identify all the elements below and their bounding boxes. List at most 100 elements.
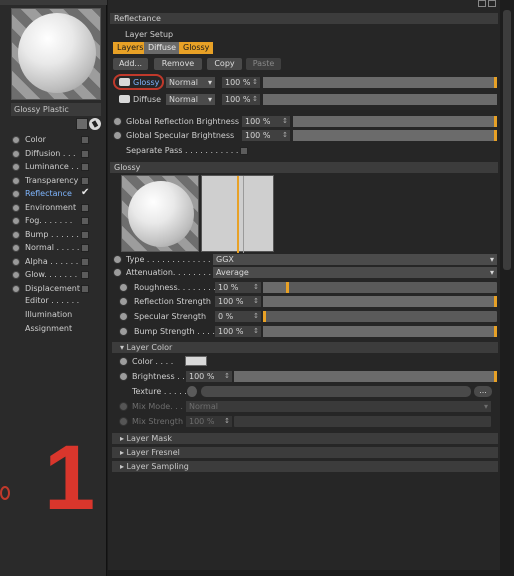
channel-checkbox[interactable] [81, 136, 89, 144]
animate-dot[interactable] [119, 297, 128, 306]
channel-checkbox[interactable] [81, 177, 89, 185]
global-reflection-value[interactable]: 100 % [242, 116, 290, 127]
animate-dot[interactable] [119, 327, 128, 336]
window-buttons[interactable] [478, 0, 500, 8]
channel-illumination[interactable]: Illumination [25, 310, 72, 319]
channel-label[interactable]: Reflectance [25, 188, 72, 200]
channel-row[interactable]: Color [12, 134, 102, 146]
layer-diffuse-value[interactable]: 100 % [222, 94, 260, 105]
add-layer-button[interactable]: Add... [113, 58, 148, 70]
right-scrollbar[interactable] [500, 0, 514, 576]
channel-checkbox[interactable] [81, 150, 89, 158]
layer-diffuse-slider[interactable] [263, 94, 497, 105]
specular-strength-value[interactable]: 0 % [215, 311, 261, 322]
global-specular-slider[interactable] [293, 130, 497, 141]
channel-row[interactable]: Fog. . . . . . . [12, 215, 102, 227]
layer-diffuse-mode[interactable]: Normal [166, 94, 215, 105]
brightness-value[interactable]: 100 % [186, 371, 232, 382]
layer-glossy-mode[interactable]: Normal [166, 77, 215, 88]
channel-label[interactable]: Transparency [25, 175, 78, 187]
mix-mode-dropdown[interactable]: Normal [186, 401, 491, 412]
global-reflection-slider[interactable] [293, 116, 497, 127]
channel-row[interactable]: Reflectance ✔ [12, 187, 102, 200]
brightness-slider[interactable] [234, 371, 497, 382]
tab-layers[interactable]: Layers [113, 42, 148, 54]
texture-field[interactable] [201, 386, 471, 397]
remove-layer-button[interactable]: Remove [154, 58, 202, 70]
channel-row[interactable]: Glow. . . . . . . [12, 269, 102, 281]
texture-browse-button[interactable]: ... [474, 386, 492, 397]
channel-row[interactable]: Alpha . . . . . . [12, 256, 102, 268]
channel-assignment[interactable]: Assignment [25, 324, 72, 333]
scrollbar-thumb[interactable] [503, 10, 511, 270]
mix-strength-value[interactable]: 100 % [186, 416, 232, 427]
channel-checkbox[interactable] [81, 271, 89, 279]
channel-label[interactable]: Displacement [25, 283, 80, 295]
channel-checkbox[interactable] [81, 163, 89, 171]
channel-label[interactable]: Luminance . . . [25, 161, 84, 173]
paste-layer-button[interactable]: Paste [246, 58, 281, 70]
attenuation-dropdown[interactable]: Average [213, 267, 497, 278]
layer-color-swatch[interactable] [185, 356, 207, 366]
channel-checkbox[interactable] [81, 217, 89, 225]
bump-strength-slider[interactable] [263, 326, 497, 337]
animate-dot[interactable] [119, 312, 128, 321]
layer-glossy-slider[interactable] [263, 77, 497, 88]
channel-row[interactable]: Environment [12, 202, 102, 214]
channel-row[interactable]: Luminance . . . [12, 161, 102, 173]
animate-dot[interactable] [119, 283, 128, 292]
tab-glossy[interactable]: Glossy [179, 42, 214, 54]
animate-dot[interactable] [113, 268, 122, 277]
channel-label[interactable]: Color [25, 134, 46, 146]
reflection-strength-value[interactable]: 100 % [215, 296, 261, 307]
channel-label[interactable]: Environment [25, 202, 76, 214]
layer-sampling-header[interactable]: ▸ Layer Sampling [112, 461, 498, 472]
specular-strength-slider[interactable] [263, 311, 497, 322]
channel-label[interactable]: Bump . . . . . . [25, 229, 79, 241]
cursor-icon[interactable] [89, 118, 101, 130]
window-button-icon[interactable] [478, 0, 486, 7]
reflection-strength-slider[interactable] [263, 296, 497, 307]
copy-layer-button[interactable]: Copy [207, 58, 242, 70]
animate-dot[interactable] [113, 131, 122, 140]
channel-check-icon[interactable]: ✔ [81, 187, 89, 199]
channel-checkbox[interactable] [81, 285, 89, 293]
panel-scroll-button[interactable] [76, 118, 88, 130]
channel-row[interactable]: Bump . . . . . . [12, 229, 102, 241]
channel-label[interactable]: Fog. . . . . . . [25, 215, 72, 227]
layer-color-header[interactable]: ▾ Layer Color [112, 342, 498, 353]
channel-row[interactable]: Diffusion . . . [12, 148, 102, 160]
channel-label[interactable]: Alpha . . . . . . [25, 256, 78, 268]
channel-row[interactable]: Transparency [12, 175, 102, 187]
layer-visibility-icon[interactable] [119, 95, 130, 103]
texture-arrow-button[interactable] [187, 386, 197, 397]
layer-mask-header[interactable]: ▸ Layer Mask [112, 433, 498, 444]
channel-checkbox[interactable] [81, 231, 89, 239]
layer-glossy-value[interactable]: 100 % [222, 77, 260, 88]
material-preview[interactable] [11, 8, 101, 100]
layer-diffuse-name[interactable]: Diffuse [133, 94, 161, 105]
roughness-slider[interactable] [263, 282, 497, 293]
animate-dot[interactable] [119, 372, 128, 381]
channel-row[interactable]: Normal . . . . . [12, 242, 102, 254]
separate-pass-checkbox[interactable] [240, 147, 248, 155]
layer-fresnel-header[interactable]: ▸ Layer Fresnel [112, 447, 498, 458]
channel-label[interactable]: Normal . . . . . [25, 242, 79, 254]
animate-dot[interactable] [113, 117, 122, 126]
tab-diffuse[interactable]: Diffuse [144, 42, 181, 54]
channel-label[interactable]: Glow. . . . . . . [25, 269, 77, 281]
mix-strength-slider[interactable] [234, 416, 491, 427]
material-name[interactable]: Glossy Plastic [11, 103, 101, 116]
channel-row[interactable]: Displacement [12, 283, 102, 295]
roughness-value[interactable]: 10 % [215, 282, 261, 293]
channel-editor[interactable]: Editor . . . . . . [25, 296, 79, 305]
animate-dot[interactable] [113, 255, 122, 264]
animate-dot[interactable] [119, 357, 128, 366]
channel-checkbox[interactable] [81, 244, 89, 252]
channel-checkbox[interactable] [81, 258, 89, 266]
bump-strength-value[interactable]: 100 % [215, 326, 261, 337]
window-button-icon[interactable] [488, 0, 496, 7]
type-dropdown[interactable]: GGX [213, 254, 497, 265]
channel-label[interactable]: Diffusion . . . [25, 148, 76, 160]
channel-checkbox[interactable] [81, 204, 89, 212]
